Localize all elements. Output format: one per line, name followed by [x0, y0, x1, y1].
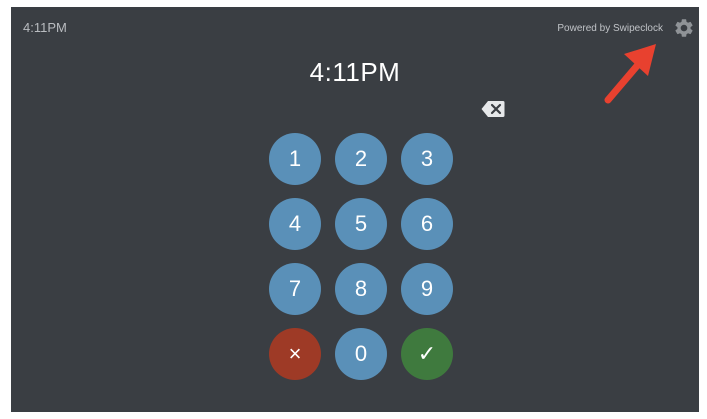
backspace-button[interactable] — [481, 100, 505, 118]
powered-by-label: Powered by Swipeclock — [557, 23, 663, 34]
confirm-button[interactable]: ✓ — [401, 328, 453, 380]
key-9[interactable]: 9 — [401, 263, 453, 315]
red-arrow-icon — [604, 44, 656, 104]
key-5[interactable]: 5 — [335, 198, 387, 250]
gear-icon — [675, 19, 693, 37]
key-6[interactable]: 6 — [401, 198, 453, 250]
key-2[interactable]: 2 — [335, 133, 387, 185]
key-8[interactable]: 8 — [335, 263, 387, 315]
key-0[interactable]: 0 — [335, 328, 387, 380]
key-4[interactable]: 4 — [269, 198, 321, 250]
keypad: 1 2 3 4 5 6 7 8 9 × 0 ✓ — [269, 133, 453, 380]
key-7[interactable]: 7 — [269, 263, 321, 315]
cancel-button[interactable]: × — [269, 328, 321, 380]
backspace-icon — [481, 101, 505, 117]
key-3[interactable]: 3 — [401, 133, 453, 185]
settings-button[interactable] — [673, 17, 695, 39]
status-bar-time: 4:11PM — [23, 20, 67, 35]
key-1[interactable]: 1 — [269, 133, 321, 185]
